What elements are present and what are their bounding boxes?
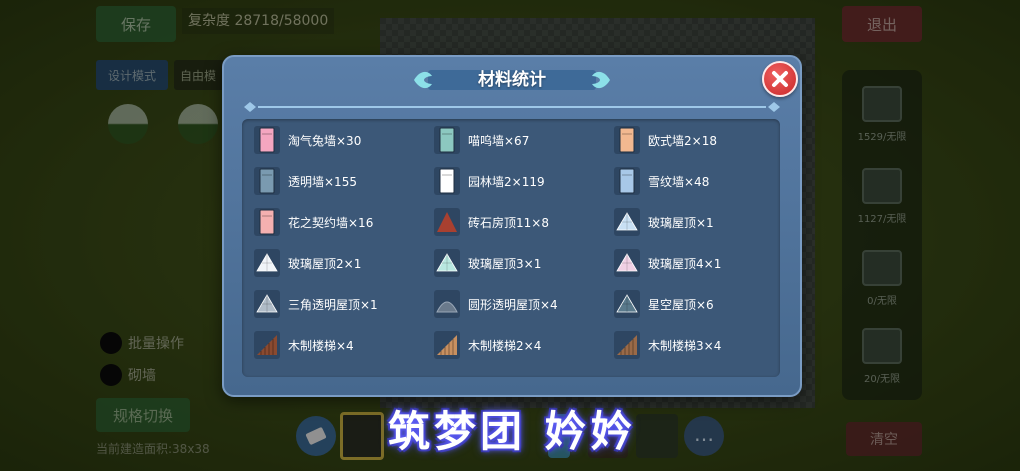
material-item-label: 玻璃屋顶4×1	[648, 256, 722, 271]
material-item: 喵呜墙×67	[434, 125, 529, 155]
roof-glass-white-icon	[254, 249, 280, 277]
watermark-text: 筑梦团 妗妗	[388, 407, 637, 456]
material-item-label: 雪纹墙×48	[648, 174, 710, 189]
material-item-label: 花之契约墙×16	[288, 215, 374, 230]
material-list: 淘气兔墙×30 喵呜墙×67 欧式墙2×18 透明墙×155 园林墙2×119 雪纹墙×4…	[242, 119, 780, 377]
material-item-label: 淘气兔墙×30	[288, 133, 362, 148]
roof-brick-icon	[434, 208, 460, 236]
material-item: 圆形透明屋顶×4	[434, 289, 558, 319]
material-item: 欧式墙2×18	[614, 125, 717, 155]
material-stats-dialog: 材料统计 淘气兔墙×30 喵呜墙×67 欧式墙2×18 透明墙×155 园林墙2×119…	[222, 55, 802, 397]
material-item-label: 玻璃屋顶3×1	[468, 256, 542, 271]
material-item: 三角透明屋顶×1	[254, 289, 378, 319]
material-item: 木制楼梯3×4	[614, 330, 721, 360]
wall-flower-icon	[254, 208, 280, 236]
material-item-label: 玻璃屋顶2×1	[288, 256, 362, 271]
dialog-header: 材料统计	[410, 67, 614, 93]
roof-glass-icon	[614, 208, 640, 236]
material-item: 砖石房顶11×8	[434, 207, 549, 237]
material-item-label: 星空屋顶×6	[648, 297, 714, 312]
material-item: 木制楼梯2×4	[434, 330, 541, 360]
roof-triangle-icon	[254, 290, 280, 318]
material-item-label: 木制楼梯2×4	[468, 338, 542, 353]
wall-peach-icon	[614, 126, 640, 154]
stairs-wood-icon	[254, 331, 280, 359]
material-item-label: 圆形透明屋顶×4	[468, 297, 558, 312]
roof-star-icon	[614, 290, 640, 318]
material-item: 淘气兔墙×30	[254, 125, 361, 155]
close-icon	[772, 71, 788, 87]
material-item: 玻璃屋顶2×1	[254, 248, 361, 278]
material-item: 玻璃屋顶4×1	[614, 248, 721, 278]
divider-ornament-icon	[244, 102, 780, 112]
wall-snow-icon	[614, 167, 640, 195]
material-item: 玻璃屋顶3×1	[434, 248, 541, 278]
material-item-label: 喵呜墙×67	[468, 133, 530, 148]
wall-glass-icon	[254, 167, 280, 195]
material-item: 花之契约墙×16	[254, 207, 373, 237]
material-item-label: 三角透明屋顶×1	[288, 297, 378, 312]
material-item-label: 砖石房顶11×8	[468, 215, 549, 230]
stairs-wood-3-icon	[614, 331, 640, 359]
close-button[interactable]	[762, 61, 798, 97]
material-item-label: 园林墙2×119	[468, 174, 545, 189]
stairs-wood-2-icon	[434, 331, 460, 359]
material-item: 雪纹墙×48	[614, 166, 709, 196]
roof-round-icon	[434, 290, 460, 318]
roof-glass-pink-icon	[614, 249, 640, 277]
material-item-label: 透明墙×155	[288, 174, 357, 189]
dialog-title: 材料统计	[478, 70, 546, 90]
material-item: 星空屋顶×6	[614, 289, 714, 319]
roof-glass-teal-icon	[434, 249, 460, 277]
material-item: 木制楼梯×4	[254, 330, 354, 360]
material-item-label: 玻璃屋顶×1	[648, 215, 714, 230]
material-item: 玻璃屋顶×1	[614, 207, 714, 237]
material-item: 园林墙2×119	[434, 166, 545, 196]
material-item-label: 木制楼梯3×4	[648, 338, 722, 353]
material-item-label: 欧式墙2×18	[648, 133, 717, 148]
material-item: 透明墙×155	[254, 166, 357, 196]
material-item-label: 木制楼梯×4	[288, 338, 354, 353]
wall-teal-icon	[434, 126, 460, 154]
wall-white-icon	[434, 167, 460, 195]
wall-pink-icon	[254, 126, 280, 154]
